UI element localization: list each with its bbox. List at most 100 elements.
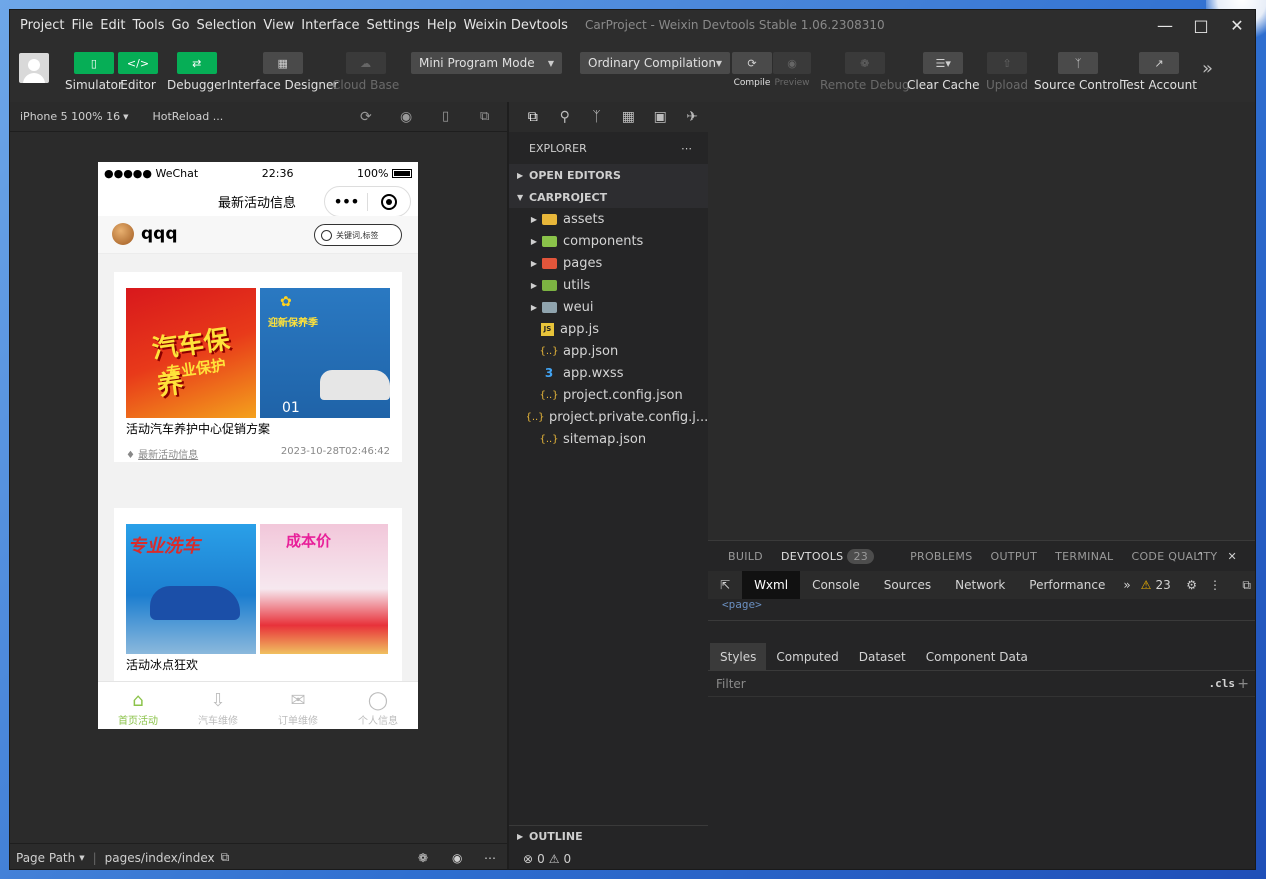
cls-toggle[interactable]: .cls	[1209, 677, 1236, 690]
tab-network[interactable]: Network	[943, 571, 1017, 599]
rotate-icon[interactable]: ⟳	[360, 109, 372, 125]
tree-item-utils[interactable]: ▶ utils	[527, 274, 708, 296]
eye-icon[interactable]: ◉	[452, 851, 462, 865]
more-icon[interactable]: ⋯	[681, 142, 692, 155]
search-input[interactable]: 关键词,标签	[314, 224, 402, 246]
plus-icon[interactable]: +	[1237, 676, 1249, 692]
menu-weixin-devtools[interactable]: Weixin Devtools	[463, 18, 567, 33]
copy-icon[interactable]: ⧉	[221, 850, 230, 865]
more-icon[interactable]: ⋯	[484, 851, 496, 865]
device-select[interactable]: iPhone 5 100% 16	[20, 110, 120, 123]
tree-item-app-js[interactable]: JS app.js	[527, 318, 708, 340]
more-dots-icon[interactable]: •••	[325, 192, 367, 211]
menu-help[interactable]: Help	[427, 18, 457, 33]
hotreload-toggle[interactable]: HotReload ...	[152, 110, 223, 123]
menu-view[interactable]: View	[263, 18, 294, 33]
menu-edit[interactable]: Edit	[100, 18, 125, 33]
avatar[interactable]	[112, 223, 134, 245]
simulator-button[interactable]: ▯ Simulator	[65, 52, 123, 92]
cloud-base-button[interactable]: ☁ Cloud Base	[332, 52, 399, 92]
minimize-icon[interactable]: —	[1147, 10, 1183, 40]
tab-home[interactable]: ⌂ 首页活动	[98, 682, 178, 729]
more-tabs-icon[interactable]: »	[1117, 571, 1136, 599]
activity-image[interactable]: 成本价	[260, 524, 388, 654]
menu-file[interactable]: File	[71, 18, 93, 33]
tab-output[interactable]: OUTPUT	[991, 550, 1038, 563]
gear-icon[interactable]: ⚙	[1186, 571, 1197, 599]
test-account-button[interactable]: ↗ Test Account	[1121, 52, 1197, 92]
preview-button[interactable]: ◉ Preview	[773, 52, 811, 88]
activity-image[interactable]: ✿ 迎新保养季 01	[260, 288, 390, 418]
tab-build[interactable]: BUILD	[728, 550, 763, 563]
inspect-icon[interactable]: ⇱	[708, 571, 742, 599]
tree-item-project-private-config[interactable]: {..} project.private.config.j...	[527, 406, 708, 428]
menu-interface[interactable]: Interface	[301, 18, 359, 33]
tree-item-assets[interactable]: ▶ assets	[527, 208, 708, 230]
mode-select[interactable]: Mini Program Mode ▼	[411, 52, 562, 74]
compile-mode-select[interactable]: Ordinary Compilation ▼	[580, 52, 730, 74]
kebab-menu-icon[interactable]: ⋮	[1209, 571, 1221, 599]
tree-item-weui[interactable]: ▶ weui	[527, 296, 708, 318]
detach-window-icon[interactable]: ⧉	[480, 109, 489, 124]
wxml-node[interactable]: <page>	[722, 599, 762, 611]
save-icon[interactable]: ▣	[644, 109, 676, 125]
menu-tools[interactable]: Tools	[132, 18, 164, 33]
more-chevrons-icon[interactable]: »	[1202, 58, 1213, 79]
device-icon[interactable]: ▯	[442, 109, 449, 124]
tab-orders[interactable]: ✉ 订单维修	[258, 682, 338, 729]
chevron-up-icon[interactable]: ⌃	[1195, 550, 1205, 563]
tree-item-sitemap[interactable]: {..} sitemap.json	[527, 428, 708, 450]
tree-item-project-config[interactable]: {..} project.config.json	[527, 384, 708, 406]
tab-console[interactable]: Console	[800, 571, 872, 599]
search-icon[interactable]: ⚲	[549, 109, 581, 125]
maximize-icon[interactable]: □	[1183, 10, 1219, 40]
tree-item-app-wxss[interactable]: 3 app.wxss	[527, 362, 708, 384]
tag-link[interactable]: ♦ 最新活动信息	[126, 446, 198, 461]
activity-card[interactable]: 专业洗车 成本价 活动冰点狂欢	[114, 508, 402, 698]
activity-card[interactable]: 汽车保养 专业保护 ✿ 迎新保养季 01 活动汽车养护中心促销方案 ♦ 最新活动…	[114, 272, 402, 462]
upload-button[interactable]: ⇧ Upload	[986, 52, 1028, 92]
clear-cache-button[interactable]: ☰▾ Clear Cache	[907, 52, 980, 92]
problems-status[interactable]: ⊗ 0 ⚠ 0	[509, 847, 708, 869]
user-avatar[interactable]	[19, 53, 49, 83]
tree-item-pages[interactable]: ▶ pages	[527, 252, 708, 274]
menu-go[interactable]: Go	[171, 18, 189, 33]
docker-icon[interactable]: ✈	[676, 109, 708, 125]
extensions-icon[interactable]: ▦	[612, 109, 644, 125]
debugger-button[interactable]: ⇄ Debugger	[167, 52, 226, 92]
editor-button[interactable]: </> Editor	[118, 52, 158, 92]
menu-selection[interactable]: Selection	[197, 18, 257, 33]
tab-profile[interactable]: ◯ 个人信息	[338, 682, 418, 729]
tab-problems[interactable]: PROBLEMS	[910, 550, 972, 563]
tab-dataset[interactable]: Dataset	[849, 643, 916, 671]
tab-styles[interactable]: Styles	[710, 642, 767, 671]
interface-designer-button[interactable]: ▦ Interface Designer	[227, 52, 338, 92]
page-path-label[interactable]: Page Path	[16, 851, 75, 865]
filter-input[interactable]: Filter	[716, 677, 746, 691]
tree-item-components[interactable]: ▶ components	[527, 230, 708, 252]
close-icon[interactable]: ✕	[1219, 10, 1255, 40]
files-icon[interactable]: ⧉	[517, 109, 549, 125]
close-icon[interactable]: ✕	[1227, 550, 1237, 563]
remote-debug-button[interactable]: ❁ Remote Debug	[820, 52, 910, 92]
dock-icon[interactable]: ⧉	[1242, 571, 1251, 599]
tab-performance[interactable]: Performance	[1017, 571, 1117, 599]
bug-icon[interactable]: ❁	[418, 851, 428, 865]
compile-button[interactable]: ⟳ Compile	[732, 52, 772, 88]
source-control-button[interactable]: ᛉ Source Control	[1034, 52, 1122, 92]
tab-terminal[interactable]: TERMINAL	[1055, 550, 1113, 563]
tree-item-app-json[interactable]: {..} app.json	[527, 340, 708, 362]
tab-component-data[interactable]: Component Data	[916, 643, 1038, 671]
activity-image[interactable]: 专业洗车	[126, 524, 256, 654]
tab-devtools[interactable]: DEVTOOLS 23	[781, 548, 892, 564]
record-icon[interactable]: ◉	[400, 109, 412, 125]
menu-project[interactable]: Project	[20, 18, 64, 33]
activity-image[interactable]: 汽车保养 专业保护	[126, 288, 256, 418]
project-section[interactable]: ▼ CARPROJECT	[509, 186, 708, 208]
warning-count[interactable]: 23	[1155, 571, 1174, 599]
outline-section[interactable]: ▶ OUTLINE	[509, 825, 708, 847]
source-control-icon[interactable]: ᛉ	[581, 109, 613, 125]
open-editors-section[interactable]: ▶ OPEN EDITORS	[509, 164, 708, 186]
tab-sources[interactable]: Sources	[872, 571, 943, 599]
tab-wxml[interactable]: Wxml	[742, 571, 801, 599]
